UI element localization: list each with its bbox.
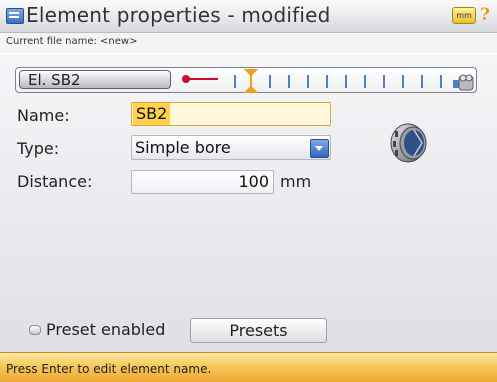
name-label: Name: (17, 106, 70, 125)
machine-icon (453, 74, 474, 91)
type-select[interactable]: Simple bore (131, 135, 331, 160)
window-title: Element properties - modified (26, 3, 331, 27)
preset-enabled-checkbox[interactable] (29, 325, 41, 335)
current-file-label: Current file name: <new> (6, 36, 138, 47)
status-message: Press Enter to edit element name. (6, 362, 212, 376)
unit-badge[interactable]: mm (452, 7, 476, 24)
name-input[interactable]: SB2 (131, 102, 331, 126)
title-bar: Element properties - modified mm ? (0, 0, 497, 33)
app-icon (6, 8, 24, 24)
chevron-down-icon[interactable] (310, 139, 329, 158)
type-label: Type: (17, 139, 60, 158)
main-panel (0, 54, 497, 352)
element-timeline[interactable] (230, 69, 475, 93)
preset-enabled-label: Preset enabled (46, 320, 166, 339)
distance-label: Distance: (17, 172, 93, 191)
name-value: SB2 (133, 103, 171, 125)
distance-unit: mm (280, 172, 312, 191)
file-name-bar: Current file name: <new> (0, 33, 497, 53)
help-icon[interactable]: ? (477, 6, 493, 24)
simple-bore-icon (390, 123, 427, 163)
type-value: Simple bore (135, 138, 231, 157)
timeline-cursor (243, 69, 259, 93)
presets-button[interactable]: Presets (190, 318, 327, 343)
status-bar: Press Enter to edit element name. (0, 352, 497, 382)
element-select-button[interactable]: El. SB2 (19, 70, 171, 89)
line-pin-icon (182, 75, 218, 83)
distance-input[interactable]: 100 (131, 170, 274, 194)
